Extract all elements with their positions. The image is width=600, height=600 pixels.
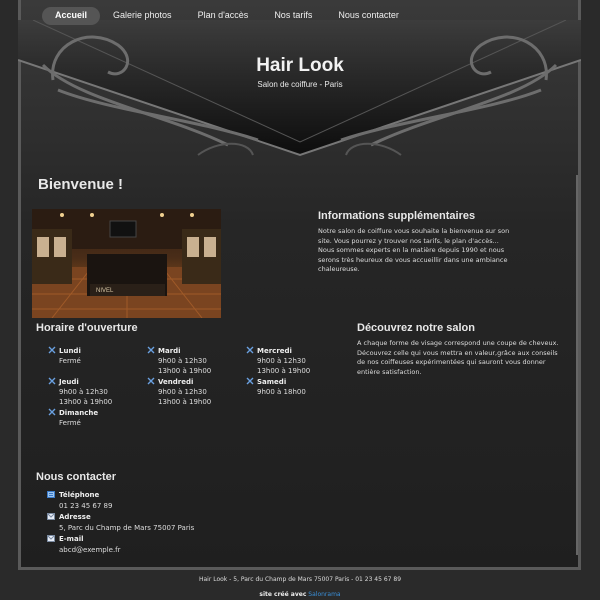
day-name: Lundi [59, 347, 81, 355]
footer-address: Hair Look - 5, Parc du Champ de Mars 750… [198, 576, 402, 583]
contact-value: 5, Parc du Champ de Mars 75007 Paris [59, 524, 195, 532]
info-line: serons très heureux de vous accueillir d… [318, 255, 508, 264]
hours-thursday: Jeudi 9h00 à 12h30 13h00 à 19h00 [48, 377, 113, 407]
hours-heading: Horaire d'ouverture [36, 322, 138, 334]
hours-tuesday: Mardi 9h00 à 12h30 13h00 à 19h00 [147, 346, 212, 376]
nav-nos-tarifs[interactable]: Nos tarifs [261, 7, 325, 25]
scrollbar[interactable] [576, 175, 578, 555]
info-line: Notre salon de coiffure vous souhaite la… [318, 227, 510, 235]
info-line: Nous sommes experts en la matière depuis… [318, 246, 505, 254]
scissors-icon [147, 346, 155, 354]
day-hours: 13h00 à 19h00 [158, 367, 212, 375]
nav-plan-acces[interactable]: Plan d'accès [185, 7, 262, 25]
hours-sunday: Dimanche Fermé [48, 408, 99, 428]
contact-address: Adresse 5, Parc du Champ de Mars 75007 P… [47, 512, 195, 534]
salon-photo: NIVEL [32, 209, 221, 318]
contact-value: 01 23 45 67 89 [59, 502, 113, 510]
contact-label: Téléphone [59, 491, 100, 499]
scissors-icon [48, 377, 56, 385]
discover-line: entière satisfaction. [357, 367, 422, 376]
contact-value[interactable]: abcd@exemple.fr [59, 545, 121, 556]
envelope-icon [47, 513, 55, 520]
scissors-icon [48, 408, 56, 416]
info-heading: Informations supplémentaires [318, 210, 476, 222]
welcome-heading: Bienvenue ! [38, 176, 124, 193]
day-hours: Fermé [59, 357, 81, 365]
discover-text: A chaque forme de visage correspond une … [357, 339, 559, 377]
scissors-icon [48, 346, 56, 354]
header-banner-ornament [18, 20, 581, 157]
scissors-icon [246, 377, 254, 385]
contact-label: E-mail [59, 535, 84, 543]
day-hours: 9h00 à 12h30 [158, 388, 207, 396]
discover-line: A chaque forme de visage correspond une … [357, 339, 559, 347]
contact-email: E-mail abcd@exemple.fr [47, 534, 121, 556]
day-hours: 9h00 à 12h30 [158, 357, 207, 365]
day-hours: 13h00 à 19h00 [158, 398, 212, 406]
info-line: chaleureuse. [318, 265, 360, 273]
day-hours: 9h00 à 12h30 [257, 357, 306, 365]
nav-accueil[interactable]: Accueil [42, 7, 101, 25]
day-name: Vendredi [158, 378, 194, 386]
info-line: site. Vous pourrez y trouver nos tarifs,… [318, 236, 499, 245]
discover-line: de nos coiffeuses expérimentées qui saur… [357, 358, 546, 366]
day-name: Jeudi [59, 378, 79, 386]
photo-sign: NIVEL [96, 288, 114, 294]
hours-monday: Lundi Fermé [48, 346, 81, 366]
hours-wednesday: Mercredi 9h00 à 12h30 13h00 à 19h00 [246, 346, 311, 376]
site-title: Hair Look [256, 55, 344, 76]
day-name: Mercredi [257, 347, 292, 355]
envelope-icon [47, 535, 55, 542]
day-hours: 9h00 à 12h30 [59, 388, 108, 396]
salonrama-link[interactable]: Salonrama [308, 591, 340, 598]
footer-credit: site créé avec Salonrama [0, 591, 600, 598]
day-name: Samedi [257, 378, 287, 386]
day-hours: 13h00 à 19h00 [59, 398, 113, 406]
day-hours: 9h00 à 18h00 [257, 388, 306, 396]
nav-nous-contacter[interactable]: Nous contacter [325, 7, 412, 25]
contact-label: Adresse [59, 513, 91, 521]
day-hours: 13h00 à 19h00 [257, 367, 311, 375]
day-name: Mardi [158, 347, 181, 355]
hours-saturday: Samedi 9h00 à 18h00 [246, 377, 306, 397]
scissors-icon [147, 377, 155, 385]
phone-icon [47, 491, 55, 498]
hours-friday: Vendredi 9h00 à 12h30 13h00 à 19h00 [147, 377, 212, 407]
day-hours: Fermé [59, 419, 81, 427]
contact-heading: Nous contacter [36, 471, 117, 483]
day-name: Dimanche [59, 409, 99, 417]
info-text: Notre salon de coiffure vous souhaite la… [318, 227, 509, 275]
discover-line: Découvrez celle qui vous mettra en valeu… [357, 348, 558, 357]
scissors-icon [246, 346, 254, 354]
contact-phone: Téléphone 01 23 45 67 89 [47, 490, 113, 512]
nav-galerie-photos[interactable]: Galerie photos [100, 7, 185, 25]
main-nav: Accueil Galerie photos Plan d'accès Nos … [42, 7, 412, 25]
discover-heading: Découvrez notre salon [357, 322, 475, 334]
credit-prefix: site créé avec [259, 591, 307, 598]
site-subtitle: Salon de coiffure - Paris [257, 80, 343, 89]
